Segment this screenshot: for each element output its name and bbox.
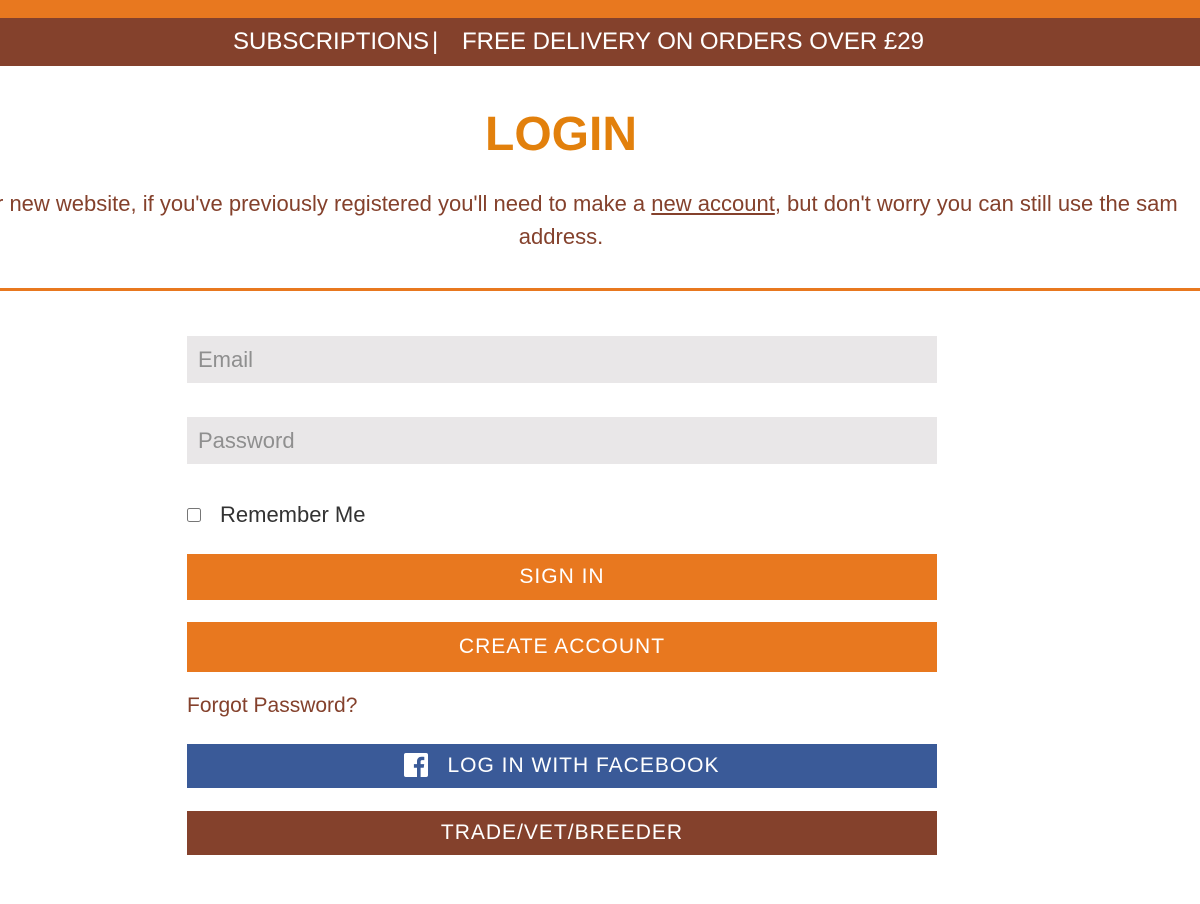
create-account-button[interactable]: CREATE ACCOUNT <box>187 622 937 672</box>
remember-me-label: Remember Me <box>220 502 366 527</box>
announcement-bar: SUBSCRIPTIONS | FREE DELIVERY ON ORDERS … <box>0 18 1200 66</box>
subscriptions-link[interactable]: SUBSCRIPTIONS <box>233 18 429 66</box>
notice-text-before: r new website, if you've previously regi… <box>0 191 652 216</box>
trade-vet-breeder-button[interactable]: TRADE/VET/BREEDER <box>187 811 937 855</box>
trade-vet-breeder-label: TRADE/VET/BREEDER <box>440 821 684 844</box>
new-account-link[interactable]: new account <box>651 191 775 216</box>
facebook-login-label: LOG IN WITH FACEBOOK <box>447 754 720 777</box>
page-title: LOGIN <box>485 108 637 161</box>
notice-text-line2: address. <box>518 224 604 249</box>
facebook-icon <box>404 753 429 777</box>
announcement-separator: | <box>432 28 439 55</box>
top-accent-strip <box>0 0 1200 18</box>
registration-notice: r new website, if you've previously regi… <box>0 188 1178 220</box>
free-delivery-text: FREE DELIVERY ON ORDERS OVER £29 <box>462 28 924 55</box>
create-account-label: CREATE ACCOUNT <box>458 635 666 658</box>
forgot-password-link[interactable]: Forgot Password? <box>187 690 357 722</box>
email-field[interactable] <box>187 336 937 383</box>
remember-me-checkbox[interactable] <box>187 508 201 522</box>
section-divider <box>0 288 1200 291</box>
sign-in-button[interactable]: SIGN IN <box>187 554 937 600</box>
password-field[interactable] <box>187 417 937 464</box>
facebook-login-button[interactable]: LOG IN WITH FACEBOOK <box>187 744 937 788</box>
sign-in-label: SIGN IN <box>519 565 605 588</box>
notice-text-after: , but don't worry you can still use the … <box>774 191 1178 216</box>
remember-me[interactable]: Remember Me <box>187 500 365 530</box>
